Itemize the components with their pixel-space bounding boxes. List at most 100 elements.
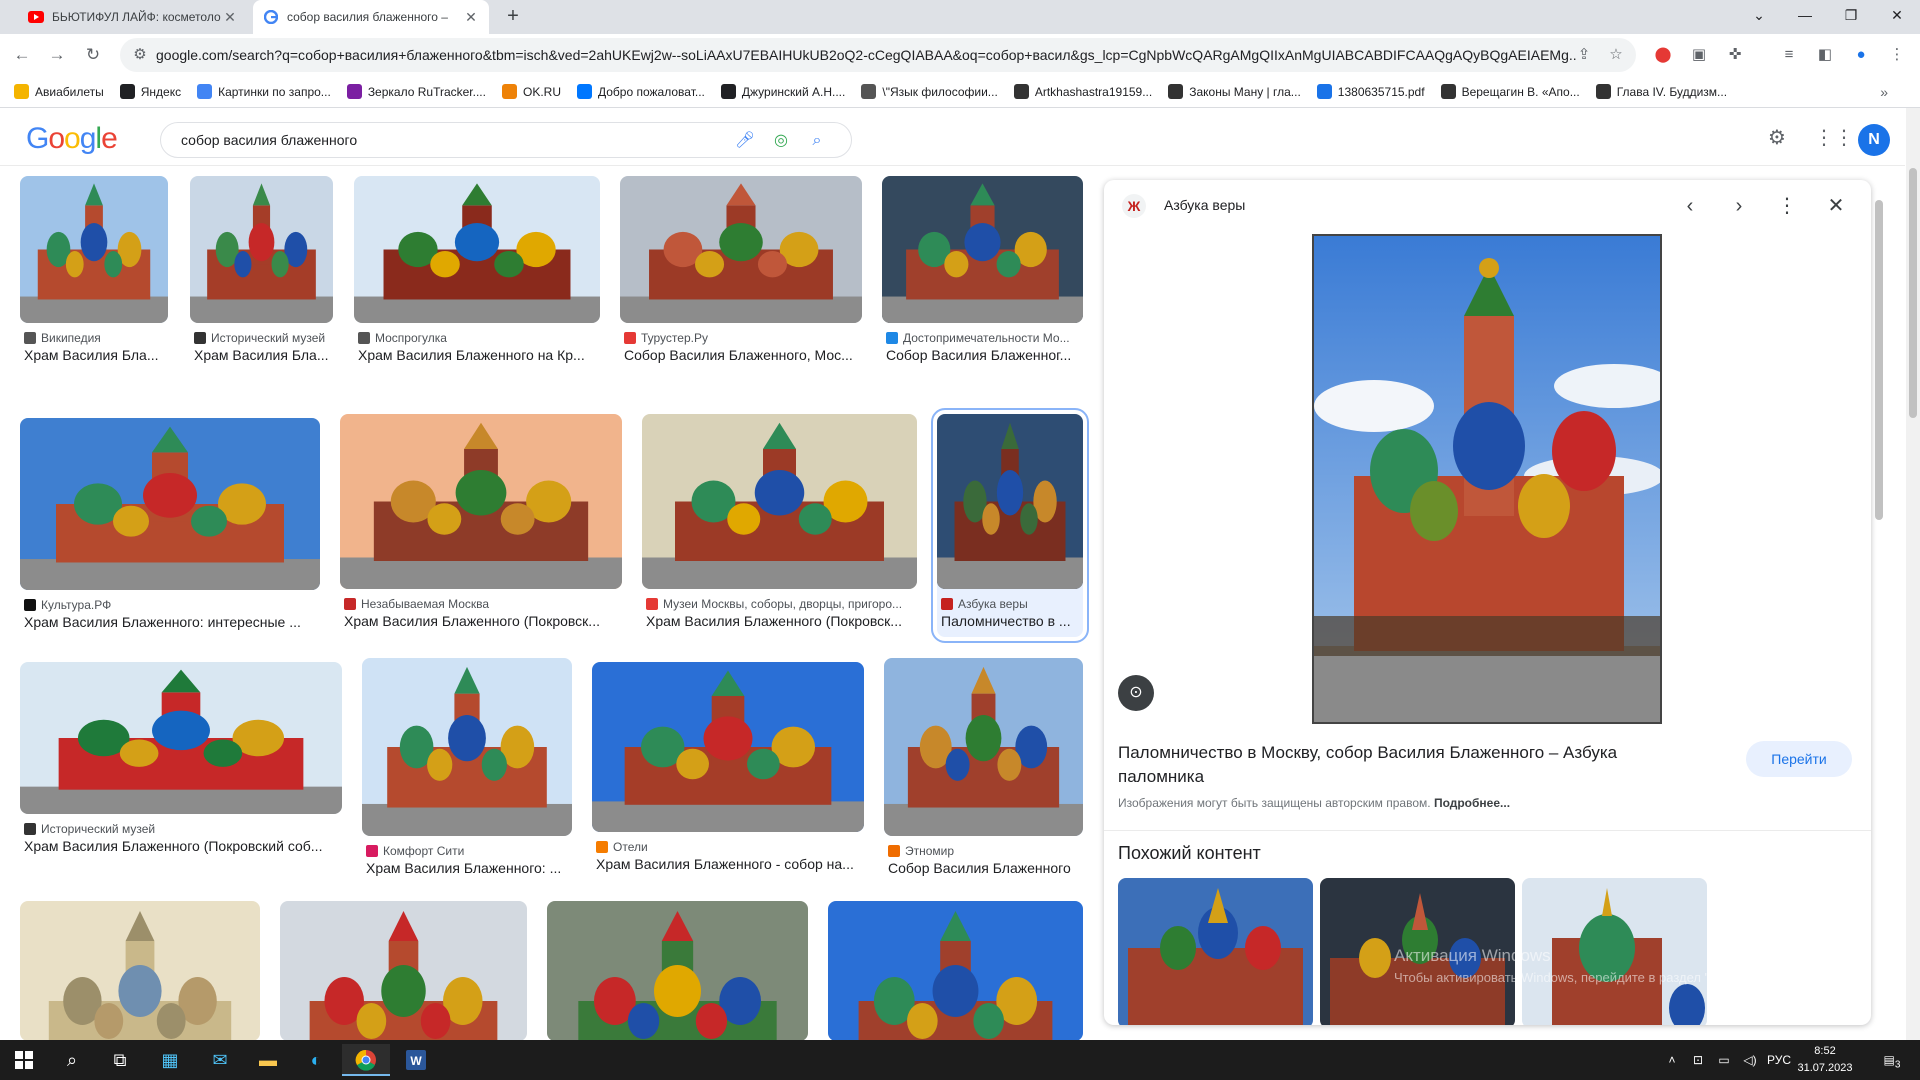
more-options-icon[interactable]: ⋮ — [1774, 193, 1800, 219]
site-info-icon[interactable]: ⚙ — [128, 43, 152, 67]
result-source[interactable]: Википедия — [24, 331, 166, 345]
result-thumbnail[interactable] — [20, 176, 168, 323]
image-result-card[interactable]: Википедия Храм Василия Бла... — [20, 176, 168, 371]
lens-search-icon[interactable]: ⊙ — [1118, 675, 1154, 711]
result-title[interactable]: Храм Василия Блаженного - собор на... — [596, 856, 862, 872]
result-thumbnail[interactable] — [340, 414, 622, 589]
result-source[interactable]: Моспрогулка — [358, 331, 598, 345]
result-thumbnail[interactable] — [547, 901, 808, 1040]
bookmark-item[interactable]: Законы Ману | гла... — [1168, 84, 1301, 99]
result-source[interactable]: Музеи Москвы, соборы, дворцы, пригоро... — [646, 597, 915, 611]
result-source[interactable]: Турустер.Ру — [624, 331, 860, 345]
task-view-icon[interactable]: ⧉ — [96, 1044, 144, 1076]
image-result-card[interactable]: Этномир Собор Василия Блаженного — [884, 658, 1083, 884]
result-title[interactable]: Храм Василия Блаженного: ... — [366, 860, 570, 876]
search-icon[interactable]: ⌕ — [805, 129, 829, 153]
address-bar[interactable]: ⚙ google.com/search?q=собор+василия+блаж… — [120, 38, 1636, 72]
bookmark-star-icon[interactable]: ☆ — [1604, 43, 1628, 67]
back-icon[interactable]: ← — [9, 42, 35, 68]
side-panel-icon[interactable]: ◧ — [1812, 42, 1838, 68]
search-input[interactable]: собор василия блаженного 🎤︎ ◎ ⌕ — [160, 122, 852, 158]
bookmark-item[interactable]: OK.RU — [501, 84, 561, 99]
extensions-puzzle-icon[interactable]: ✜ — [1722, 42, 1748, 68]
close-window-button[interactable]: ✕ — [1874, 0, 1920, 30]
image-result-card[interactable] — [280, 901, 527, 1040]
menu-kebab-icon[interactable]: ⋮ — [1884, 42, 1910, 68]
result-source[interactable]: Исторический музей — [24, 822, 340, 836]
result-source[interactable]: Комфорт Сити — [366, 844, 570, 858]
bookmark-item[interactable]: Яндекс — [119, 84, 181, 99]
image-result-card[interactable]: Незабываемая Москва Храм Василия Блаженно… — [340, 414, 622, 637]
google-logo[interactable]: Google — [26, 122, 118, 156]
result-title[interactable]: Храм Василия Блаженного на Кр... — [358, 347, 598, 363]
result-thumbnail[interactable] — [20, 418, 320, 590]
chrome-icon[interactable] — [342, 1044, 390, 1076]
result-title[interactable]: Храм Василия Блаженного (Покровск... — [344, 613, 620, 629]
image-result-card[interactable] — [547, 901, 808, 1040]
extension-badge-icon[interactable]: ▣ — [1686, 42, 1712, 68]
image-result-card[interactable]: Музеи Москвы, соборы, дворцы, пригоро...… — [642, 414, 917, 637]
result-thumbnail[interactable] — [882, 176, 1083, 323]
edge-icon[interactable]: ◐ — [292, 1044, 340, 1076]
result-thumbnail[interactable] — [592, 662, 864, 832]
store-icon[interactable]: ▦ — [146, 1044, 194, 1076]
scrollbar-thumb[interactable] — [1909, 168, 1917, 418]
result-source[interactable]: Исторический музей — [194, 331, 331, 345]
result-thumbnail[interactable] — [937, 414, 1083, 589]
restore-button[interactable]: ❐ — [1828, 0, 1874, 30]
chevron-left-icon[interactable]: ‹ — [1677, 193, 1703, 219]
notifications-icon[interactable]: ▤3 — [1872, 1040, 1912, 1080]
result-source[interactable]: Этномир — [888, 844, 1081, 858]
avatar[interactable]: N — [1858, 124, 1890, 156]
profile-icon[interactable]: ● — [1848, 42, 1874, 68]
panel-title[interactable]: Паломничество в Москву, собор Василия Бл… — [1118, 741, 1678, 789]
result-thumbnail[interactable] — [190, 176, 333, 323]
clock[interactable]: 8:52 31.07.2023 — [1790, 1043, 1860, 1077]
image-result-card[interactable]: Отели Храм Василия Блаженного - собор на.… — [592, 662, 864, 880]
image-result-card[interactable]: Комфорт Сити Храм Василия Блаженного: ... — [362, 658, 572, 884]
bookmark-item[interactable]: 1380635715.pdf — [1316, 84, 1425, 99]
result-thumbnail[interactable] — [20, 901, 260, 1040]
result-title[interactable]: Храм Василия Блаженного (Покровский соб.… — [24, 838, 340, 854]
page-scrollbar[interactable] — [1906, 108, 1920, 1040]
opera-extension-icon[interactable]: ⬤ — [1650, 42, 1676, 68]
result-source[interactable]: Азбука веры — [941, 597, 1081, 611]
result-title[interactable]: Храм Василия Бла... — [194, 347, 331, 363]
forward-icon[interactable]: → — [44, 42, 70, 68]
tab-youtube[interactable]: БЬЮТИФУЛ ЛАЙФ: косметоло ✕ — [18, 0, 248, 34]
bookmark-item[interactable]: Добро пожаловат... — [577, 84, 705, 99]
bookmark-item[interactable]: Зеркало RuTracker.... — [346, 84, 486, 99]
bookmark-item[interactable]: Глава IV. Буддизм... — [1595, 84, 1727, 99]
word-icon[interactable]: W — [392, 1044, 440, 1076]
network-icon[interactable]: ⊡ — [1686, 1040, 1710, 1080]
search-icon[interactable]: ⌕ — [48, 1044, 96, 1076]
image-result-card[interactable]: Исторический музей Храм Василия Блаженног… — [20, 662, 342, 862]
result-title[interactable]: Храм Василия Бла... — [24, 347, 166, 363]
new-tab-button[interactable]: + — [503, 6, 523, 27]
file-explorer-icon[interactable]: ▬ — [244, 1044, 292, 1076]
lens-icon[interactable]: ◎ — [769, 129, 793, 153]
mail-icon[interactable]: ✉ — [196, 1044, 244, 1076]
minimize-button[interactable]: — — [1782, 0, 1828, 30]
close-icon[interactable]: ✕ — [1823, 193, 1849, 219]
result-source[interactable]: Незабываемая Москва — [344, 597, 620, 611]
bookmark-item[interactable]: Авиабилеты — [14, 84, 104, 99]
tray-chevron-icon[interactable]: ˄ — [1660, 1040, 1684, 1080]
bookmark-item[interactable]: Верещагин В. «Апо... — [1440, 84, 1580, 99]
result-title[interactable]: Собор Василия Блаженного, Мос... — [624, 347, 860, 363]
panel-site-name[interactable]: Азбука веры — [1164, 197, 1245, 213]
bookmark-item[interactable]: Джуринский А.Н.... — [720, 84, 845, 99]
reload-icon[interactable]: ↻ — [80, 42, 106, 68]
chevron-right-icon[interactable]: › — [1726, 193, 1752, 219]
image-result-card[interactable] — [20, 901, 260, 1040]
microphone-icon[interactable]: 🎤︎ — [733, 129, 757, 153]
tab-google-search[interactable]: собор василия блаженного – ✕ — [253, 0, 489, 34]
panel-scrollbar[interactable] — [1873, 180, 1885, 1020]
windows-start-icon[interactable] — [0, 1044, 48, 1076]
display-icon[interactable]: ▭ — [1712, 1040, 1736, 1080]
result-source[interactable]: Культура.РФ — [24, 598, 318, 612]
volume-icon[interactable]: ◁) — [1738, 1040, 1762, 1080]
result-thumbnail[interactable] — [642, 414, 917, 589]
result-thumbnail[interactable] — [620, 176, 862, 323]
close-icon[interactable]: ✕ — [463, 9, 479, 26]
